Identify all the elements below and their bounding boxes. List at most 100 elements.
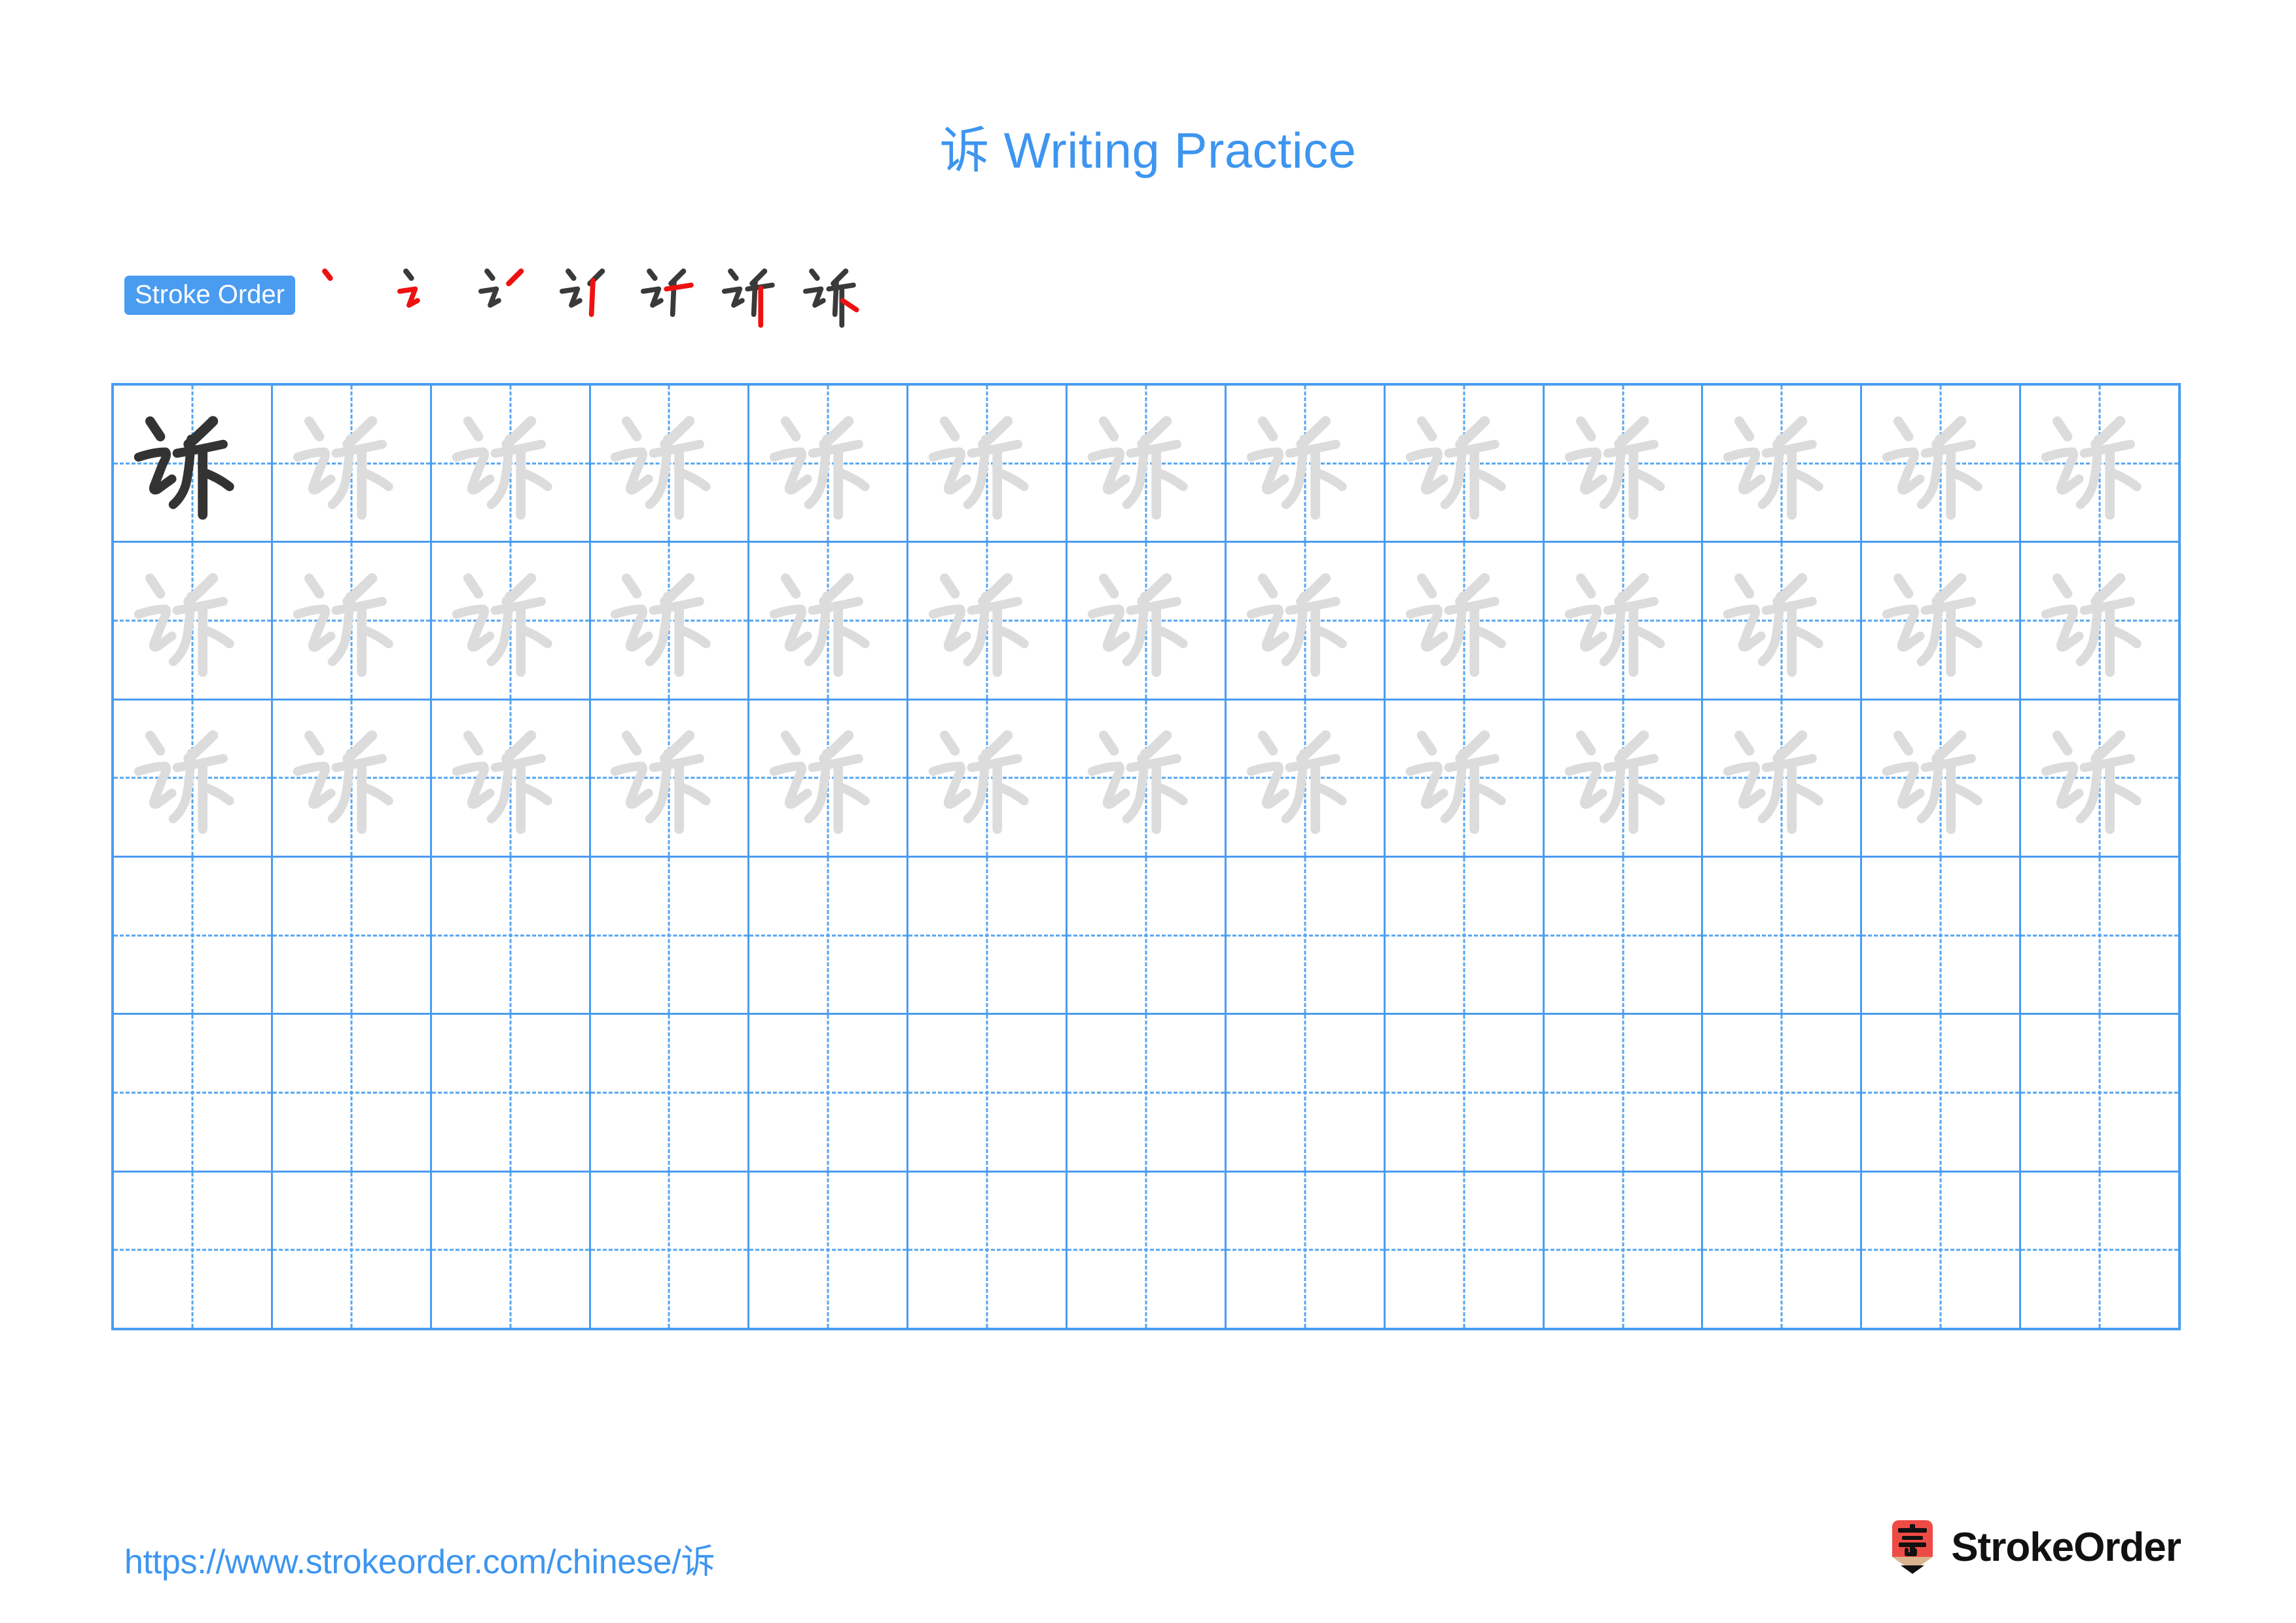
character-trace-glyph [273, 701, 430, 856]
practice-cell[interactable] [1386, 543, 1545, 699]
practice-cell[interactable] [1227, 1172, 1386, 1328]
practice-cell[interactable] [908, 700, 1068, 856]
practice-cell[interactable] [1386, 700, 1545, 856]
practice-cell[interactable] [432, 1172, 591, 1328]
practice-cell[interactable] [1227, 700, 1386, 856]
practice-cell[interactable] [114, 1015, 273, 1171]
practice-cell[interactable] [432, 1015, 591, 1171]
practice-cell[interactable] [273, 857, 432, 1013]
character-trace-glyph [1067, 543, 1225, 698]
practice-cell[interactable] [908, 1172, 1068, 1328]
practice-cell[interactable] [1067, 386, 1227, 541]
practice-cell[interactable] [1227, 1015, 1386, 1171]
practice-cell[interactable] [591, 386, 750, 541]
character-trace-glyph [2021, 543, 2178, 698]
character-trace-glyph [749, 543, 906, 698]
practice-cell[interactable] [273, 543, 432, 699]
practice-cell[interactable] [1703, 700, 1863, 856]
character-trace-glyph [591, 543, 748, 698]
practice-cell[interactable] [591, 1015, 750, 1171]
practice-cell[interactable] [1067, 543, 1227, 699]
practice-cell[interactable] [749, 700, 909, 856]
practice-cell[interactable] [432, 700, 591, 856]
practice-cell[interactable] [1862, 700, 2022, 856]
practice-cell[interactable] [2021, 543, 2178, 698]
practice-cell[interactable] [1862, 386, 2022, 541]
character-trace-glyph [749, 386, 906, 541]
practice-cell[interactable] [591, 543, 750, 699]
practice-cell[interactable] [2021, 701, 2178, 856]
practice-cell[interactable] [2021, 386, 2178, 541]
practice-cell[interactable] [1703, 386, 1863, 541]
practice-cell[interactable] [749, 1015, 909, 1171]
character-trace-glyph [1862, 701, 2019, 856]
practice-cell[interactable] [1862, 1015, 2022, 1171]
stroke-step-1-glyph [322, 268, 333, 281]
practice-cell[interactable] [273, 1172, 432, 1328]
practice-cell[interactable] [749, 1172, 909, 1328]
practice-grid-row [114, 1015, 2178, 1173]
practice-cell[interactable] [114, 700, 273, 856]
practice-cell[interactable] [114, 543, 273, 699]
practice-cell[interactable] [273, 1015, 432, 1171]
practice-cell[interactable] [1067, 1172, 1227, 1328]
practice-cell[interactable] [1227, 857, 1386, 1013]
character-trace-glyph [1386, 386, 1543, 541]
practice-cell[interactable] [2021, 1173, 2178, 1328]
practice-cell[interactable] [1862, 857, 2022, 1013]
practice-cell[interactable] [591, 700, 750, 856]
practice-cell[interactable] [432, 857, 591, 1013]
practice-cell[interactable] [432, 386, 591, 541]
practice-cell[interactable] [114, 1172, 273, 1328]
practice-cell[interactable] [1386, 857, 1545, 1013]
practice-cell[interactable] [1545, 857, 1704, 1013]
character-trace-glyph [273, 543, 430, 698]
practice-cell[interactable] [1862, 1172, 2022, 1328]
character-trace-glyph [908, 386, 1066, 541]
practice-cell[interactable] [1545, 1015, 1704, 1171]
practice-cell[interactable] [908, 543, 1068, 699]
practice-cell[interactable] [1862, 543, 2022, 699]
practice-cell[interactable] [1227, 386, 1386, 541]
practice-cell[interactable] [1545, 386, 1704, 541]
practice-cell[interactable] [1386, 386, 1545, 541]
footer-url[interactable]: https://www.strokeorder.com/chinese/诉 [124, 1534, 715, 1583]
practice-cell[interactable] [1703, 857, 1863, 1013]
stroke-step-4 [554, 257, 632, 335]
practice-cell[interactable] [908, 386, 1068, 541]
practice-cell[interactable] [908, 1015, 1068, 1171]
character-trace-glyph [1386, 701, 1543, 856]
practice-cell[interactable] [749, 543, 909, 699]
practice-cell[interactable] [1227, 543, 1386, 699]
practice-cell[interactable] [273, 386, 432, 541]
practice-cell[interactable] [1386, 1172, 1545, 1328]
practice-cell[interactable] [591, 1172, 750, 1328]
practice-cell[interactable] [2021, 1015, 2178, 1170]
practice-cell[interactable] [1703, 1015, 1863, 1171]
practice-cell[interactable] [1545, 543, 1704, 699]
practice-cell[interactable] [1386, 1015, 1545, 1171]
character-trace-glyph [273, 386, 430, 541]
practice-cell[interactable] [1703, 1172, 1863, 1328]
practice-cell[interactable] [1545, 1172, 1704, 1328]
practice-cell[interactable] [1703, 543, 1863, 699]
practice-cell[interactable] [908, 857, 1068, 1013]
stroke-step-5 [636, 257, 713, 335]
practice-cell[interactable] [114, 386, 273, 541]
practice-cell[interactable] [1067, 700, 1227, 856]
practice-cell[interactable] [749, 386, 909, 541]
practice-cell[interactable] [591, 857, 750, 1013]
practice-cell[interactable] [114, 857, 273, 1013]
stroke-step-3-glyph [478, 268, 524, 308]
practice-cell[interactable] [432, 543, 591, 699]
practice-cell[interactable] [2021, 858, 2178, 1013]
character-trace-glyph [591, 701, 748, 856]
character-trace-glyph [1227, 701, 1384, 856]
practice-cell[interactable] [1067, 1015, 1227, 1171]
character-trace-glyph [432, 543, 589, 698]
practice-cell[interactable] [273, 700, 432, 856]
practice-cell[interactable] [1545, 700, 1704, 856]
practice-cell[interactable] [749, 857, 909, 1013]
character-trace-glyph [1227, 386, 1384, 541]
practice-cell[interactable] [1067, 857, 1227, 1013]
